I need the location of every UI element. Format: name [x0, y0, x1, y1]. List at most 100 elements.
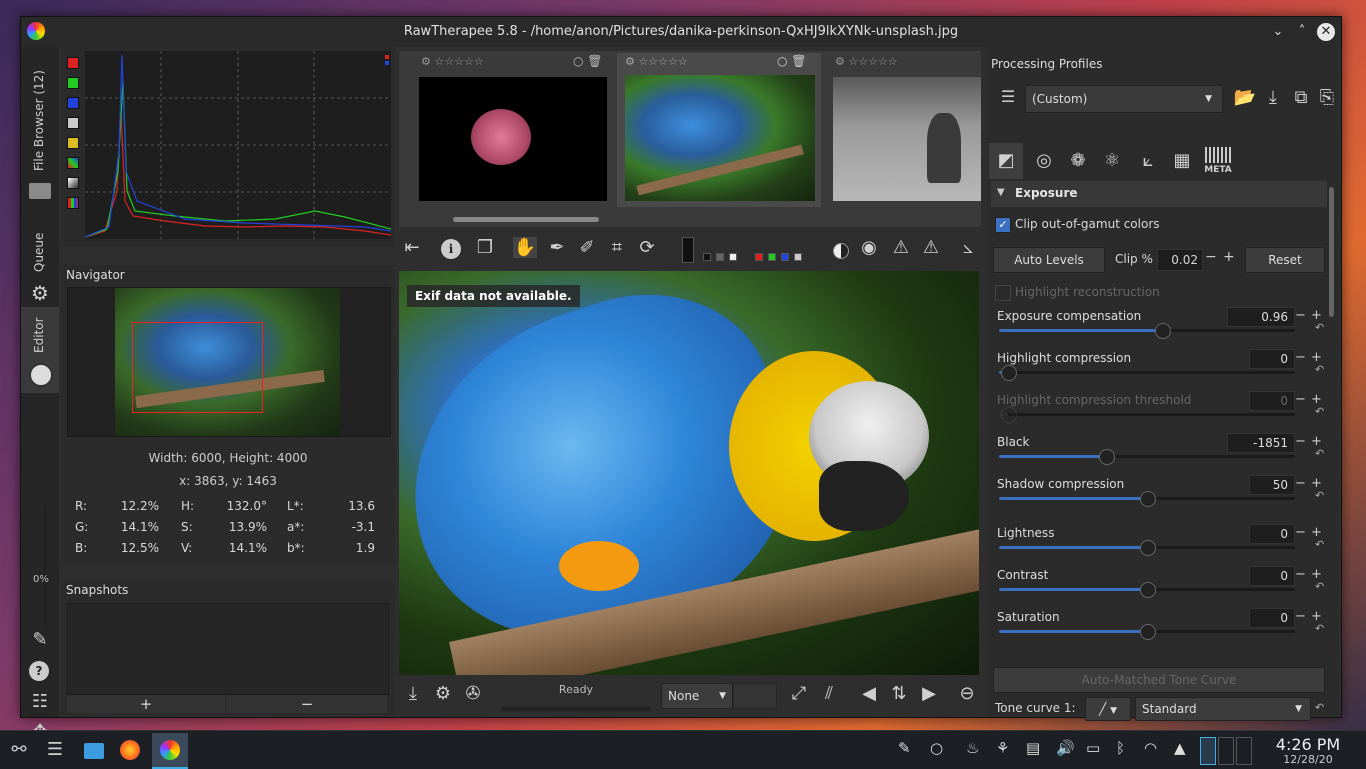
slider-track[interactable]	[999, 491, 1295, 507]
add-snapshot-button[interactable]: +	[67, 695, 225, 713]
folder-icon[interactable]	[29, 183, 51, 199]
slider-reset-icon[interactable]: ↶	[1315, 489, 1324, 502]
tone-curve-mode-select[interactable]: Standard ▼	[1135, 697, 1311, 721]
slider-decrement-button[interactable]: −	[1295, 308, 1306, 323]
highlight-clipping-icon[interactable]: ⚠	[889, 237, 913, 258]
mode-toggle[interactable]	[67, 197, 79, 209]
slider-value-input[interactable]: 0	[1249, 608, 1295, 628]
preview-blue-swatch[interactable]	[781, 253, 789, 261]
fit-zoom-icon[interactable]: ⤢	[787, 683, 811, 704]
pen-icon[interactable]: ✎	[898, 739, 911, 757]
system-settings-icon[interactable]: ☰	[44, 739, 66, 760]
firefox-icon[interactable]	[120, 740, 140, 760]
thumb-rose-trash-icon[interactable]: ○ 🗑	[573, 54, 603, 68]
slider-reset-icon[interactable]: ↶	[1315, 622, 1324, 635]
color-picker-icon[interactable]: ✐	[575, 237, 599, 258]
right-panel-scrollbar[interactable]	[1329, 187, 1334, 317]
slider-knob[interactable]	[1140, 624, 1156, 640]
slider-decrement-button[interactable]: −	[1295, 525, 1306, 540]
minimize-button[interactable]: ⌄	[1269, 23, 1287, 41]
notifications-icon[interactable]: ♨	[966, 739, 979, 757]
preferences-icon[interactable]: ☷	[29, 691, 51, 712]
slider-track[interactable]	[999, 449, 1295, 465]
split-view-icon[interactable]: ⫽	[817, 683, 841, 704]
kdeconnect-icon[interactable]: ⚘	[996, 739, 1009, 757]
slider-decrement-button[interactable]: −	[1295, 434, 1306, 449]
slider-knob[interactable]	[1140, 540, 1156, 556]
slider-track[interactable]	[999, 624, 1295, 640]
thumb-rose[interactable]: ⚙ ☆☆☆☆☆ ○ 🗑	[401, 53, 609, 203]
close-button[interactable]: ✕	[1317, 23, 1335, 41]
zoom-out-icon[interactable]: ⊖	[955, 683, 979, 704]
preview-green-swatch[interactable]	[768, 253, 776, 261]
slider-track[interactable]	[999, 540, 1295, 556]
filmstrip-scrollbar[interactable]	[453, 217, 599, 222]
thumb-elephant[interactable]: ⚙ ☆☆☆☆☆	[831, 53, 981, 203]
sync-filmstrip-icon[interactable]: ⇅	[887, 683, 911, 704]
slider-knob[interactable]	[1000, 365, 1017, 381]
navigator-thumbnail[interactable]	[115, 288, 340, 436]
slider-value-input[interactable]: 0	[1249, 566, 1295, 586]
slider-knob[interactable]	[1000, 407, 1017, 423]
thumb-parrot-image[interactable]	[625, 75, 815, 201]
thumb-elephant-image[interactable]	[833, 77, 981, 201]
thumb-parrot[interactable]: ⚙ ☆☆☆☆☆ ○ 🗑	[617, 53, 821, 207]
preview-red-swatch[interactable]	[755, 253, 763, 261]
tone-curve-type-select[interactable]: ╱ ▼	[1085, 697, 1131, 721]
battery-icon[interactable]: ▭	[1086, 739, 1100, 757]
shadow-clipping-icon[interactable]: ◉	[857, 237, 881, 258]
main-preview[interactable]: Exif data not available.	[399, 271, 979, 675]
crop-icon[interactable]: ⌗	[605, 237, 629, 258]
history-select[interactable]	[733, 683, 777, 709]
slider-track[interactable]	[999, 323, 1295, 339]
slider-decrement-button[interactable]: −	[1295, 567, 1306, 582]
bg-white-swatch[interactable]	[729, 253, 737, 261]
pager-desktop-2[interactable]	[1218, 737, 1234, 765]
preview-channel-bg-toggle[interactable]	[682, 237, 694, 263]
slider-value-input[interactable]: 0	[1249, 524, 1295, 544]
shadow-warning-icon[interactable]: ⚠	[919, 237, 943, 258]
slider-reset-icon[interactable]: ↶	[1315, 538, 1324, 551]
slider-knob[interactable]	[1140, 582, 1156, 598]
help-icon[interactable]: ?	[29, 661, 49, 681]
pager-desktop-1[interactable]	[1200, 737, 1216, 765]
slider-value-input[interactable]: 0	[1249, 391, 1295, 411]
thumb-parrot-trash-icon[interactable]: ○ 🗑	[777, 54, 807, 68]
blue-channel-toggle[interactable]	[67, 97, 79, 109]
luminance-toggle[interactable]	[67, 117, 79, 129]
red-channel-toggle[interactable]	[67, 57, 79, 69]
slider-track[interactable]	[999, 582, 1295, 598]
tray-expand-icon[interactable]: ▲	[1174, 739, 1186, 757]
slider-value-input[interactable]: 50	[1249, 475, 1295, 495]
navigator-view-rectangle[interactable]	[132, 322, 263, 413]
thumb-elephant-rating-stars[interactable]: ⚙ ☆☆☆☆☆	[835, 55, 898, 68]
thumb-rose-rating-stars[interactable]: ⚙ ☆☆☆☆☆	[421, 55, 484, 68]
clipboard-icon[interactable]: ▤	[1026, 739, 1040, 757]
gear-icon[interactable]: ⚙	[29, 281, 51, 305]
circle-icon[interactable]: ○	[930, 739, 943, 757]
slider-reset-icon[interactable]: ↶	[1315, 321, 1324, 334]
slider-track[interactable]	[999, 365, 1295, 381]
slider-reset-icon[interactable]: ↶	[1315, 363, 1324, 376]
clock-time[interactable]: 4:26 PM	[1258, 735, 1358, 754]
hide-left-panel-icon[interactable]: ⇤	[399, 237, 425, 258]
external-editor-icon[interactable]: ✇	[461, 683, 485, 704]
slider-value-input[interactable]: 0.96	[1227, 307, 1295, 327]
slider-reset-icon[interactable]: ↶	[1315, 447, 1324, 460]
hand-tool-icon[interactable]: ✋	[513, 237, 537, 258]
slider-decrement-button[interactable]: −	[1295, 350, 1306, 365]
slider-knob[interactable]	[1154, 323, 1171, 339]
rawtherapee-task[interactable]	[152, 733, 188, 769]
snapshots-list[interactable]	[67, 603, 389, 695]
chroma-toggle[interactable]	[67, 137, 79, 149]
tab-editor[interactable]: Editor	[32, 313, 46, 353]
bluetooth-icon[interactable]: ᛒ	[1116, 739, 1125, 757]
green-channel-toggle[interactable]	[67, 77, 79, 89]
white-balance-picker-icon[interactable]: ✒	[545, 237, 569, 258]
slider-decrement-button[interactable]: −	[1295, 476, 1306, 491]
send-to-editor-icon[interactable]: ✎	[29, 629, 51, 650]
bg-black-swatch[interactable]	[703, 253, 711, 261]
profile-none-select[interactable]: None ▼	[661, 683, 733, 709]
slider-knob[interactable]	[1140, 491, 1156, 507]
slider-reset-icon[interactable]: ↶	[1315, 405, 1324, 418]
